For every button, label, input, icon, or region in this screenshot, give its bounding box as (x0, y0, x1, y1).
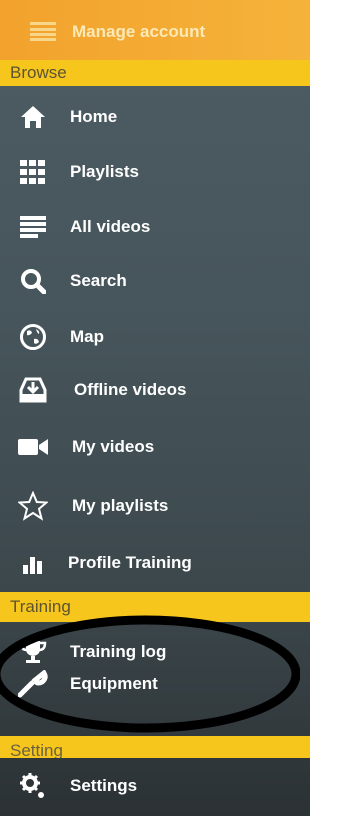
menu-item-label: Settings (70, 776, 138, 795)
menu-item-label: Map (70, 327, 104, 346)
gear-icon (16, 769, 50, 803)
video-camera-icon (16, 430, 50, 464)
menu-item-label: Search (70, 271, 127, 290)
download-icon (16, 373, 50, 407)
menu-item-playlists[interactable]: Playlists (0, 144, 310, 200)
menu-item-label: Playlists (70, 162, 139, 181)
menu-item-label: My playlists (72, 496, 169, 515)
menu-item-offline-videos[interactable]: Offline videos (0, 362, 310, 418)
menu-item-my-playlists[interactable]: My playlists (0, 478, 310, 534)
list-icon (16, 210, 50, 244)
menu-item-all-videos[interactable]: All videos (0, 199, 310, 255)
menu-item-home[interactable]: Home (0, 89, 310, 145)
manage-account-button[interactable]: Manage account (0, 0, 310, 60)
manage-account-label: Manage account (72, 22, 206, 41)
menu-item-label: Profile Training (68, 553, 192, 572)
star-icon (16, 489, 50, 523)
menu-item-label: All videos (70, 217, 151, 236)
menu-item-settings[interactable]: Settings (0, 758, 310, 814)
grid-icon (16, 155, 50, 189)
annotation-ellipse (0, 615, 300, 733)
globe-icon (16, 320, 50, 354)
menu-item-profile-training[interactable]: Profile Training (0, 535, 310, 591)
menu-item-label: Offline videos (74, 380, 187, 399)
menu-item-label: My videos (72, 437, 155, 456)
menu-item-label: Home (70, 107, 118, 126)
menu-item-my-videos[interactable]: My videos (0, 419, 310, 475)
home-icon (16, 100, 50, 134)
section-header-browse: Browse (0, 60, 310, 86)
list-icon (30, 22, 56, 42)
menu-item-search[interactable]: Search (0, 253, 310, 309)
menu-item-map[interactable]: Map (0, 309, 310, 365)
search-icon (16, 264, 50, 298)
bar-chart-icon (16, 546, 50, 580)
